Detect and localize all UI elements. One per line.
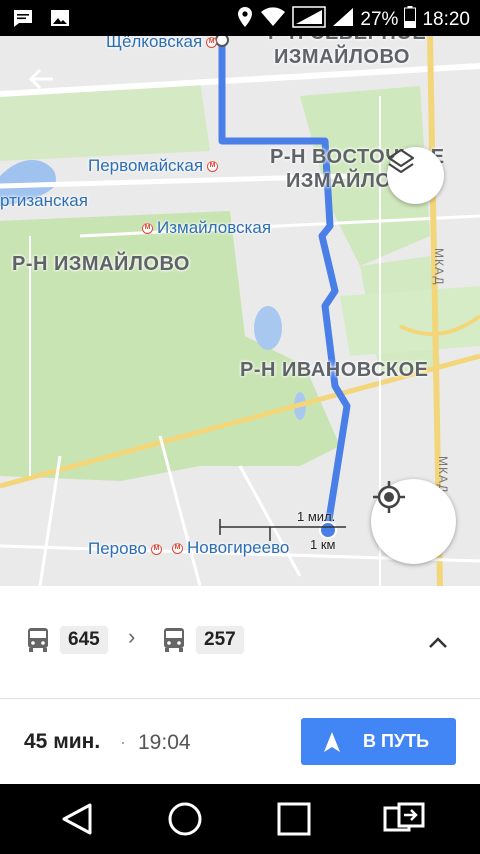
arrow-left-icon: [28, 68, 53, 90]
screen-switch-icon: [383, 802, 425, 832]
metro-perovo: Перово M: [88, 539, 162, 559]
status-bar: 27% 18:20: [0, 0, 480, 36]
recents-square-icon: [277, 802, 311, 836]
metro-izmailovskaya: M Измайловская: [142, 218, 271, 238]
bus-icon: [28, 628, 48, 652]
route-segment: 257: [162, 626, 244, 654]
signal-icon: [292, 6, 327, 34]
pond: [254, 306, 282, 350]
metro-label: Щёлковская: [106, 36, 203, 51]
bus-icon: [164, 628, 184, 652]
start-navigation-button[interactable]: В ПУТЬ: [301, 718, 456, 765]
separator: ·: [120, 732, 126, 752]
navigation-arrow-icon: [324, 731, 340, 752]
route-summary[interactable]: 645 › 257: [0, 586, 480, 699]
arrival-time: 19:04: [138, 731, 191, 754]
scale-km: 1 км: [310, 537, 336, 552]
chevron-up-icon: [429, 637, 447, 648]
travel-duration: 45 мин.: [24, 730, 101, 753]
bus-number: 257: [196, 626, 244, 654]
message-icon: [12, 8, 34, 33]
back-nav-button[interactable]: [58, 801, 98, 837]
district-ivanovskoe: Р-Н ИВАНОВСКОЕ: [240, 359, 429, 381]
metro-icon: M: [142, 222, 153, 234]
layers-button[interactable]: [387, 147, 444, 204]
metro-shchelkovskaya: Щёлковская M: [106, 36, 218, 52]
home-nav-button[interactable]: [165, 801, 205, 837]
wifi-icon: [260, 7, 286, 33]
metro-label: Измайловская: [157, 218, 272, 237]
home-circle-icon: [168, 802, 202, 836]
battery-percent: 27%: [360, 9, 399, 30]
metro-pervomaiskaya: Первомайская M: [88, 156, 219, 176]
route-segment: 645: [26, 626, 108, 654]
signal-icon: [332, 7, 354, 33]
metro-icon: M: [207, 160, 219, 172]
district-severnoe-line2: ИЗМАЙЛОВО: [274, 46, 410, 68]
metro-icon: M: [172, 542, 183, 554]
battery-icon: [404, 6, 417, 34]
metro-label: ртизанская: [0, 191, 88, 210]
scale-miles: 1 мил.: [297, 509, 336, 524]
my-location-button[interactable]: [371, 479, 456, 564]
recents-nav-button[interactable]: [274, 801, 314, 837]
metro-partizanskaya: ртизанская: [0, 191, 88, 211]
layers-icon: [387, 148, 415, 174]
metro-icon: M: [206, 36, 218, 48]
location-icon: [236, 6, 254, 34]
map-view[interactable]: Р-Н СЕВЕРНОЕ ИЗМАЙЛОВО Р-Н ВОСТОЧНОЕ ИЗМ…: [0, 36, 480, 586]
eta-row: 45 мин. · 19:04 В ПУТЬ: [0, 699, 480, 784]
bus-number: 645: [60, 626, 108, 654]
back-triangle-icon: [62, 803, 92, 835]
map-scale: 1 мил. 1 км: [218, 509, 348, 561]
road-label-mkad: МКАД: [432, 248, 446, 286]
metro-label: Первомайская: [88, 156, 204, 175]
start-navigation-label: В ПУТЬ: [363, 731, 430, 751]
back-button[interactable]: [26, 64, 60, 98]
chevron-right-icon: ›: [128, 624, 136, 649]
district-severnoe-line1: Р-Н СЕВЕРНОЕ: [268, 36, 426, 45]
expand-button[interactable]: [428, 630, 448, 656]
metro-label: Перово: [88, 539, 147, 558]
park-east2: [340, 286, 480, 356]
district-izmailovo: Р-Н ИЗМАЙЛОВО: [12, 253, 190, 275]
system-nav-bar: [0, 784, 480, 854]
screen-switch-button[interactable]: [382, 801, 425, 837]
crosshair-icon: [373, 481, 405, 513]
status-time: 18:20: [422, 9, 470, 30]
image-icon: [50, 8, 70, 33]
route-start-marker: [215, 36, 229, 47]
metro-icon: M: [150, 543, 162, 555]
